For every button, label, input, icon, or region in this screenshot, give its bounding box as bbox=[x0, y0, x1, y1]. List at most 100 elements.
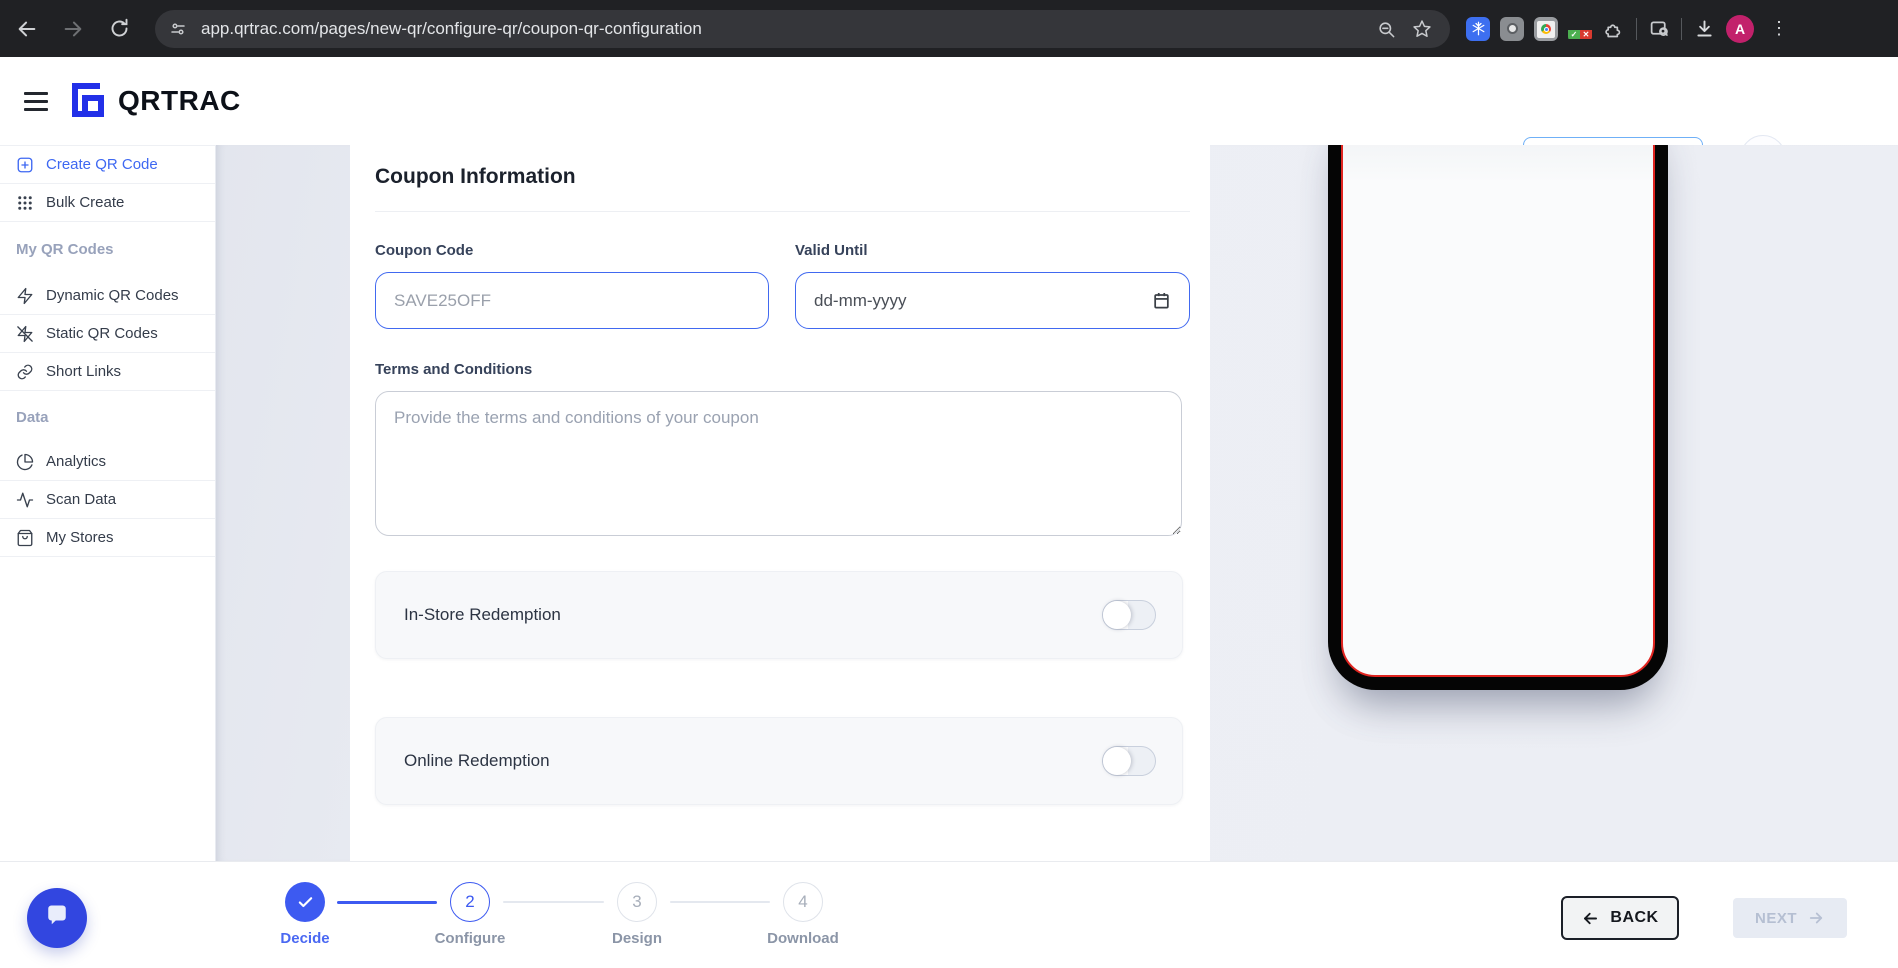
coupon-form-panel: Coupon Information Coupon Code Valid Unt… bbox=[350, 145, 1210, 861]
bookmark-star-icon[interactable] bbox=[1412, 19, 1432, 39]
page-title: Coupon Information bbox=[375, 165, 1190, 189]
date-placeholder: dd-mm-yyyy bbox=[814, 291, 907, 311]
chat-widget-button[interactable] bbox=[27, 888, 87, 948]
step-label: Design bbox=[612, 930, 662, 947]
toolbar-divider bbox=[1636, 18, 1637, 40]
zoom-page-icon[interactable] bbox=[1377, 20, 1396, 39]
sidebar-item-short-links[interactable]: Short Links bbox=[0, 353, 215, 391]
coupon-code-input[interactable] bbox=[375, 272, 769, 329]
site-info-icon[interactable] bbox=[169, 20, 187, 38]
browser-menu-icon[interactable]: ⋮ bbox=[1764, 18, 1794, 39]
app-window: app.qrtrac.com/pages/new-qr/configure-qr… bbox=[0, 0, 1898, 968]
extensions-puzzle-icon[interactable] bbox=[1602, 17, 1626, 41]
step-label: Download bbox=[767, 930, 839, 947]
phone-preview bbox=[1328, 145, 1668, 690]
link-icon bbox=[16, 363, 34, 381]
sidebar-item-label: Bulk Create bbox=[46, 194, 124, 211]
step-label: Decide bbox=[280, 930, 329, 947]
grid-dots-icon bbox=[16, 194, 34, 212]
qrtrac-logo-icon bbox=[70, 81, 110, 121]
qr-preview-area bbox=[1210, 145, 1898, 861]
address-bar[interactable]: app.qrtrac.com/pages/new-qr/configure-qr… bbox=[155, 10, 1450, 48]
sidebar-item-label: Scan Data bbox=[46, 491, 116, 508]
bolt-icon bbox=[16, 287, 34, 305]
valid-until-label: Valid Until bbox=[795, 242, 1190, 259]
toggle-knob bbox=[1103, 747, 1131, 775]
next-button-label: NEXT bbox=[1755, 910, 1797, 927]
extension-grid-icon[interactable]: ✓ ✕ bbox=[1568, 17, 1592, 41]
app-header: QRTRAC Marketing EQ Emily Q bbox=[0, 57, 1898, 145]
brand-name: QRTRAC bbox=[118, 85, 241, 117]
sidebar-item-create-qr-code[interactable]: Create QR Code bbox=[0, 146, 215, 184]
sidebar-item-bulk-create[interactable]: Bulk Create bbox=[0, 184, 215, 222]
downloads-icon[interactable] bbox=[1692, 17, 1716, 41]
sidebar-item-analytics[interactable]: Analytics bbox=[0, 443, 215, 481]
step-label: Configure bbox=[435, 930, 506, 947]
step-number-circle[interactable]: 2 bbox=[450, 882, 490, 922]
extensions-row: ✓ ✕ A ⋮ bbox=[1466, 0, 1794, 57]
browser-profile-avatar[interactable]: A bbox=[1726, 15, 1754, 43]
browser-reload-icon[interactable] bbox=[102, 12, 136, 46]
divider bbox=[375, 211, 1190, 212]
valid-until-date-input[interactable]: dd-mm-yyyy bbox=[795, 272, 1190, 329]
shopping-bag-icon bbox=[16, 529, 34, 547]
phone-screen bbox=[1341, 145, 1655, 677]
online-redemption-label: Online Redemption bbox=[404, 751, 550, 771]
in-store-redemption-label: In-Store Redemption bbox=[404, 605, 561, 625]
browser-toolbar: app.qrtrac.com/pages/new-qr/configure-qr… bbox=[0, 0, 1898, 57]
extension-camera-icon[interactable] bbox=[1500, 17, 1524, 41]
in-store-redemption-card: In-Store Redemption bbox=[375, 571, 1183, 659]
activity-icon bbox=[16, 491, 34, 509]
in-store-redemption-toggle[interactable] bbox=[1102, 600, 1156, 630]
chat-bubble-icon bbox=[42, 903, 72, 933]
sidebar: Create QR Code Bulk Create My QR Codes D… bbox=[0, 145, 216, 861]
extension-screenshot-icon[interactable] bbox=[1534, 17, 1558, 41]
sidebar-item-my-stores[interactable]: My Stores bbox=[0, 519, 215, 557]
arrow-left-icon bbox=[1581, 909, 1600, 928]
check-icon bbox=[297, 894, 314, 911]
step-number-circle[interactable]: 4 bbox=[783, 882, 823, 922]
content-background: Coupon Information Coupon Code Valid Unt… bbox=[216, 145, 1898, 861]
sidebar-item-label: Static QR Codes bbox=[46, 325, 158, 342]
sidebar-item-scan-data[interactable]: Scan Data bbox=[0, 481, 215, 519]
sidebar-item-label: Dynamic QR Codes bbox=[46, 287, 179, 304]
brand-logo[interactable]: QRTRAC bbox=[70, 81, 241, 121]
plus-square-icon bbox=[16, 156, 34, 174]
sidebar-section-data: Data bbox=[0, 391, 215, 443]
step-configure[interactable]: 2 Configure bbox=[410, 882, 530, 947]
pie-chart-icon bbox=[16, 453, 34, 471]
back-button[interactable]: BACK bbox=[1561, 896, 1679, 940]
tab-search-icon[interactable] bbox=[1647, 17, 1671, 41]
step-decide[interactable]: Decide bbox=[245, 882, 365, 947]
page-body: Coupon Information Coupon Code Valid Unt… bbox=[0, 145, 1898, 861]
arrow-right-icon bbox=[1807, 909, 1825, 927]
step-number-circle[interactable]: 3 bbox=[617, 882, 657, 922]
coupon-code-label: Coupon Code bbox=[375, 242, 769, 259]
sidebar-item-label: Analytics bbox=[46, 453, 106, 470]
online-redemption-toggle[interactable] bbox=[1102, 746, 1156, 776]
toggle-knob bbox=[1103, 601, 1131, 629]
next-button[interactable]: NEXT bbox=[1733, 898, 1847, 938]
sidebar-item-label: Create QR Code bbox=[46, 156, 158, 173]
back-button-label: BACK bbox=[1610, 909, 1658, 927]
step-download[interactable]: 4 Download bbox=[743, 882, 863, 947]
step-check-circle[interactable] bbox=[285, 882, 325, 922]
terms-textarea[interactable] bbox=[375, 391, 1182, 536]
browser-back-icon[interactable] bbox=[10, 12, 44, 46]
browser-forward-icon[interactable] bbox=[56, 12, 90, 46]
toolbar-divider bbox=[1681, 18, 1682, 40]
sidebar-item-label: Short Links bbox=[46, 363, 121, 380]
url-text[interactable]: app.qrtrac.com/pages/new-qr/configure-qr… bbox=[201, 19, 1377, 39]
extension-snowflake-icon[interactable] bbox=[1466, 17, 1490, 41]
bolt-off-icon bbox=[16, 325, 34, 343]
step-design[interactable]: 3 Design bbox=[577, 882, 697, 947]
sidebar-section-my-qr-codes: My QR Codes bbox=[0, 222, 215, 277]
online-redemption-card: Online Redemption bbox=[375, 717, 1183, 805]
hamburger-menu-icon[interactable] bbox=[20, 88, 52, 115]
wizard-footer: Decide 2 Configure 3 Design 4 Download B… bbox=[0, 861, 1898, 968]
sidebar-item-label: My Stores bbox=[46, 529, 114, 546]
sidebar-item-static-qr-codes[interactable]: Static QR Codes bbox=[0, 315, 215, 353]
sidebar-item-dynamic-qr-codes[interactable]: Dynamic QR Codes bbox=[0, 277, 215, 315]
calendar-icon[interactable] bbox=[1152, 291, 1171, 310]
terms-label: Terms and Conditions bbox=[375, 361, 1190, 378]
